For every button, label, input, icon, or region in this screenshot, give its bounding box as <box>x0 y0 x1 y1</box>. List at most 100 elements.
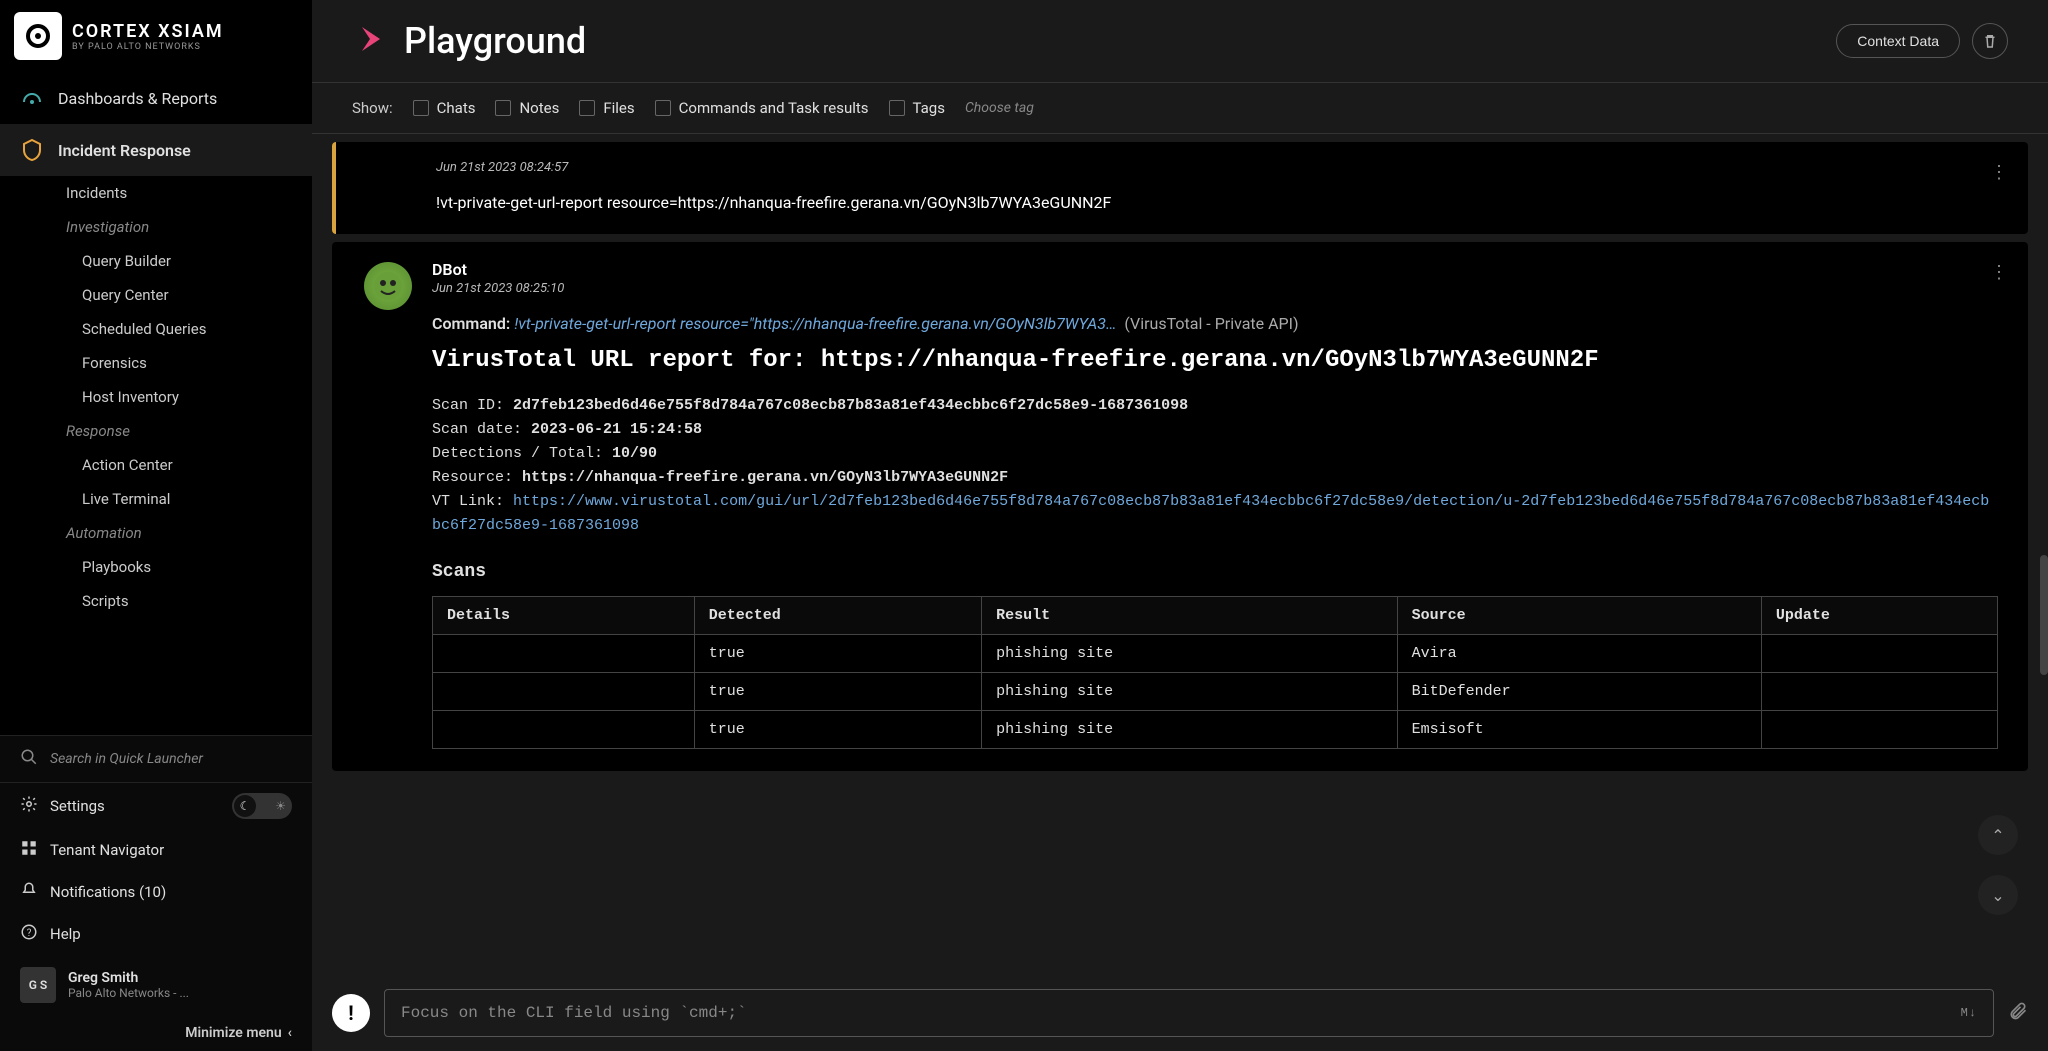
filter-bar: Show: Chats Notes Files Commands and Tas… <box>312 83 2048 134</box>
nav-incident-response[interactable]: Incident Response <box>0 124 312 176</box>
logo-text: CORTEX XSIAM BY PALO ALTO NETWORKS <box>72 21 224 52</box>
page-icon <box>352 21 388 61</box>
resource-label: Resource: <box>432 469 513 486</box>
col-update: Update <box>1761 597 1997 635</box>
nav-forensics[interactable]: Forensics <box>0 346 312 380</box>
user-info: Greg Smith Palo Alto Networks - ... <box>68 970 189 1000</box>
cli-placeholder: Focus on the CLI field using `cmd+;` <box>401 1004 747 1022</box>
col-source: Source <box>1397 597 1761 635</box>
checkbox-icon <box>655 100 671 116</box>
message-card: ⋮ Jun 21st 2023 08:24:57 !vt-private-get… <box>332 142 2028 234</box>
cell-source: Avira <box>1397 635 1761 673</box>
topbar: Playground Context Data <box>312 0 2048 83</box>
choose-tag-input[interactable]: Choose tag <box>965 100 1034 116</box>
filter-notes[interactable]: Notes <box>495 99 559 117</box>
filter-commands-label: Commands and Task results <box>679 99 869 117</box>
theme-toggle[interactable]: ☾ ☀ <box>232 793 292 819</box>
trash-button[interactable] <box>1972 23 2008 59</box>
cell-details <box>433 711 695 749</box>
cell-update <box>1761 635 1997 673</box>
minimize-label: Minimize menu <box>185 1025 281 1041</box>
cell-detected: true <box>694 711 981 749</box>
minimize-menu[interactable]: Minimize menu ‹ <box>0 1015 312 1051</box>
context-data-button[interactable]: Context Data <box>1836 24 1960 58</box>
content[interactable]: ⋮ Jun 21st 2023 08:24:57 !vt-private-get… <box>312 134 2048 791</box>
nav-scheduled-queries[interactable]: Scheduled Queries <box>0 312 312 346</box>
scroll-down-button[interactable]: ⌄ <box>1978 875 2018 915</box>
cell-details <box>433 673 695 711</box>
col-result: Result <box>982 597 1397 635</box>
col-details: Details <box>433 597 695 635</box>
checkbox-icon <box>413 100 429 116</box>
settings-row: Settings ☾ ☀ <box>0 783 312 829</box>
scroll-up-button[interactable]: ⌃ <box>1978 815 2018 855</box>
vt-link[interactable]: https://www.virustotal.com/gui/url/2d7fe… <box>432 493 1989 534</box>
bell-icon <box>20 881 38 903</box>
logo[interactable]: CORTEX XSIAM BY PALO ALTO NETWORKS <box>0 0 312 72</box>
table-row: true phishing site Avira <box>433 635 1998 673</box>
cell-result: phishing site <box>982 711 1397 749</box>
nav-response-header: Response <box>0 414 312 448</box>
report-details: Scan ID: 2d7feb123bed6d46e755f8d784a767c… <box>432 394 1998 538</box>
notifications-label: Notifications (10) <box>50 883 166 901</box>
nav-query-center[interactable]: Query Center <box>0 278 312 312</box>
chevron-up-icon: ⌃ <box>1991 826 2004 845</box>
command-line: Command: !vt-private-get-url-report reso… <box>432 314 1998 333</box>
col-detected: Detected <box>694 597 981 635</box>
tenant-navigator-label: Tenant Navigator <box>50 841 164 859</box>
settings-label[interactable]: Settings <box>50 797 105 815</box>
tenant-navigator[interactable]: Tenant Navigator <box>0 829 312 871</box>
user-row[interactable]: G S Greg Smith Palo Alto Networks - ... <box>0 955 312 1015</box>
filter-tags[interactable]: Tags <box>889 99 945 117</box>
scan-id-label: Scan ID: <box>432 397 504 414</box>
page-title: Playground <box>404 20 586 62</box>
filter-notes-label: Notes <box>519 99 559 117</box>
nav-query-builder[interactable]: Query Builder <box>0 244 312 278</box>
quick-launcher-label: Search in Quick Launcher <box>50 751 203 767</box>
message-menu[interactable]: ⋮ <box>1990 162 2008 183</box>
message-menu[interactable]: ⋮ <box>1990 262 2008 283</box>
attach-icon[interactable] <box>2008 1001 2028 1026</box>
report-title: VirusTotal URL report for: https://nhanq… <box>432 347 1998 374</box>
scan-date: 2023-06-21 15:24:58 <box>531 421 702 438</box>
markdown-toggle[interactable]: M↓ <box>1961 1006 1977 1020</box>
shield-icon <box>20 138 44 162</box>
nav-incidents[interactable]: Incidents <box>0 176 312 210</box>
sidebar: CORTEX XSIAM BY PALO ALTO NETWORKS Dashb… <box>0 0 312 1051</box>
filter-chats-label: Chats <box>437 99 476 117</box>
nav-live-terminal[interactable]: Live Terminal <box>0 482 312 516</box>
alert-icon[interactable]: ! <box>332 994 370 1032</box>
user-avatar: G S <box>20 967 56 1003</box>
nav-action-center[interactable]: Action Center <box>0 448 312 482</box>
checkbox-icon <box>579 100 595 116</box>
filter-commands[interactable]: Commands and Task results <box>655 99 869 117</box>
scan-id: 2d7feb123bed6d46e755f8d784a767c08ecb87b8… <box>513 397 1188 414</box>
table-row: true phishing site BitDefender <box>433 673 1998 711</box>
sun-icon: ☀ <box>275 799 286 813</box>
message-card: ⋮ DBot Jun 21st 2023 08:25:10 Command: !… <box>332 242 2028 771</box>
main: Playground Context Data Show: Chats Note… <box>312 0 2048 1051</box>
cell-result: phishing site <box>982 635 1397 673</box>
nav-host-inventory[interactable]: Host Inventory <box>0 380 312 414</box>
filter-files[interactable]: Files <box>579 99 634 117</box>
quick-launcher[interactable]: Search in Quick Launcher <box>0 736 312 783</box>
nav-playbooks[interactable]: Playbooks <box>0 550 312 584</box>
nav-dashboards[interactable]: Dashboards & Reports <box>0 72 312 124</box>
gauge-icon <box>20 86 44 110</box>
cli-input[interactable]: Focus on the CLI field using `cmd+;` M↓ <box>384 989 1994 1037</box>
nav-scripts[interactable]: Scripts <box>0 584 312 618</box>
scrollbar[interactable] <box>2040 555 2048 675</box>
nav-automation-header: Automation <box>0 516 312 550</box>
filter-chats[interactable]: Chats <box>413 99 476 117</box>
chevron-down-icon: ⌄ <box>1991 886 2004 905</box>
logo-icon <box>14 12 62 60</box>
scans-header: Scans <box>432 562 1998 582</box>
nav-dashboards-label: Dashboards & Reports <box>58 89 217 108</box>
trash-icon <box>1981 32 1999 50</box>
grid-icon <box>20 839 38 861</box>
user-name: Greg Smith <box>68 970 189 986</box>
command-value[interactable]: !vt-private-get-url-report resource="htt… <box>514 314 1116 333</box>
message-body: !vt-private-get-url-report resource=http… <box>436 193 1998 212</box>
notifications[interactable]: Notifications (10) <box>0 871 312 913</box>
help[interactable]: ? Help <box>0 913 312 955</box>
